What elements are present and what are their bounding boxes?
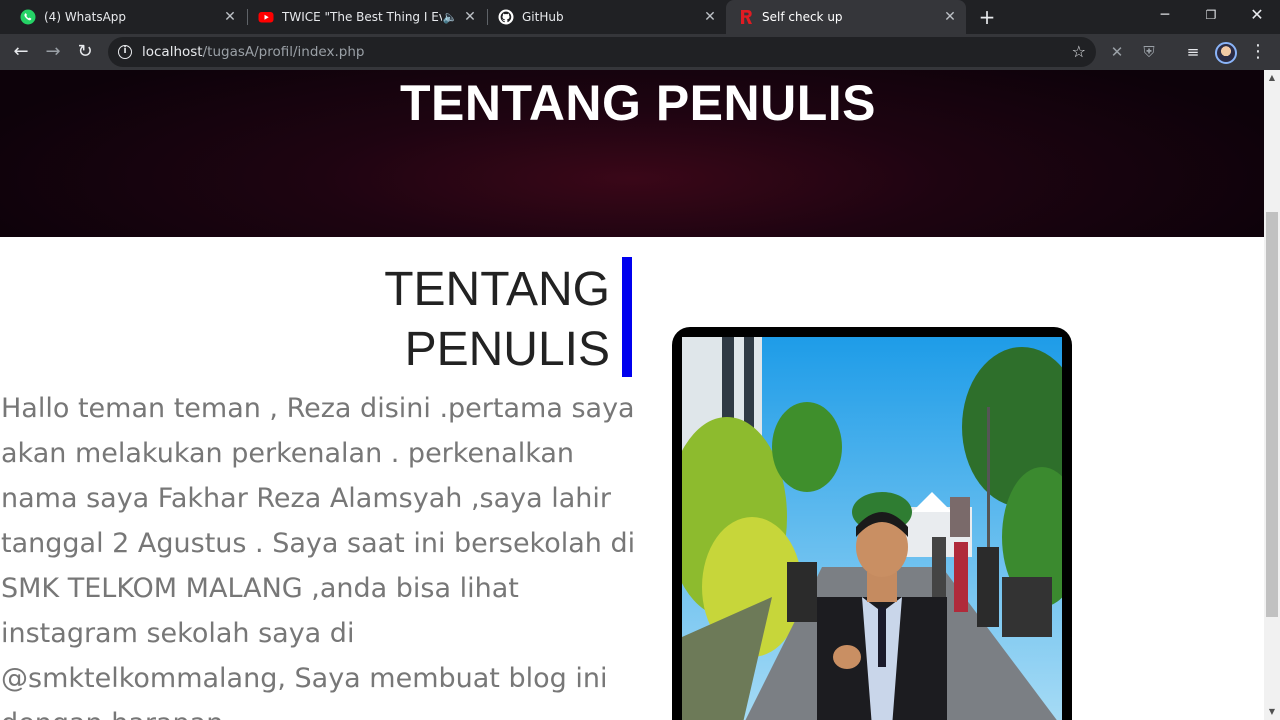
tab-whatsapp[interactable]: (4) WhatsApp ✕: [0, 0, 246, 34]
section-title-line1: TENTANG: [384, 263, 610, 316]
close-tab-icon[interactable]: ✕: [462, 9, 478, 25]
tab-youtube[interactable]: TWICE "The Best Thing I Ever 🔈 ✕: [238, 0, 486, 34]
tab-self-check-up[interactable]: Self check up ✕: [726, 0, 966, 34]
page-scrollbar[interactable]: ▲ ▼: [1264, 70, 1280, 720]
forward-icon[interactable]: →: [40, 39, 66, 65]
hero-banner: TENTANG PENULIS: [0, 70, 1264, 237]
close-window-icon[interactable]: ✕: [1234, 0, 1280, 30]
url-text[interactable]: localhost/tugasA/profil/index.php: [142, 44, 364, 60]
profile-photo: [682, 337, 1062, 720]
restore-icon[interactable]: ❐: [1188, 0, 1234, 30]
hero-title: TENTANG PENULIS: [399, 75, 877, 131]
scroll-down-icon[interactable]: ▼: [1264, 704, 1280, 720]
speaker-icon[interactable]: 🔈: [442, 9, 458, 25]
github-icon: [498, 9, 514, 25]
new-tab-icon[interactable]: +: [976, 6, 998, 28]
tab-title: GitHub: [522, 10, 564, 24]
media-control-icon[interactable]: ≡: [1182, 41, 1204, 63]
close-tab-icon[interactable]: ✕: [222, 9, 238, 25]
close-tab-icon[interactable]: ✕: [942, 9, 958, 25]
minimize-icon[interactable]: ─: [1142, 0, 1188, 30]
section-title: TENTANG PENULIS: [300, 260, 610, 380]
profile-avatar[interactable]: [1215, 42, 1237, 64]
tab-github[interactable]: GitHub ✕: [478, 0, 726, 34]
extension-x-icon[interactable]: ✕: [1106, 41, 1128, 63]
back-icon[interactable]: ←: [8, 39, 34, 65]
browser-toolbar: ← → ↻ i localhost/tugasA/profil/index.ph…: [0, 34, 1280, 70]
youtube-icon: [258, 12, 274, 23]
page-viewport: TENTANG PENULIS TENTANG PENULIS Hallo te…: [0, 70, 1264, 720]
whatsapp-icon: [20, 9, 36, 25]
reload-icon[interactable]: ↻: [72, 39, 98, 65]
close-tab-icon[interactable]: ✕: [702, 9, 718, 25]
scroll-up-icon[interactable]: ▲: [1264, 70, 1280, 86]
address-bar[interactable]: i localhost/tugasA/profil/index.php ☆: [108, 37, 1096, 67]
r-logo-icon: [741, 10, 752, 24]
info-icon[interactable]: i: [118, 45, 132, 59]
extension-shield-icon[interactable]: ⛨: [1138, 41, 1160, 63]
bio-paragraph: Hallo teman teman , Reza disini .pertama…: [1, 393, 636, 720]
section-title-line2: PENULIS: [404, 323, 610, 376]
menu-kebab-icon[interactable]: ⋮: [1247, 41, 1269, 63]
tab-title: Self check up: [762, 10, 843, 24]
accent-bar: [622, 257, 632, 377]
tab-title: TWICE "The Best Thing I Ever: [282, 10, 442, 24]
bookmark-star-icon[interactable]: ☆: [1072, 42, 1086, 61]
scroll-thumb[interactable]: [1266, 212, 1278, 617]
tab-strip: (4) WhatsApp ✕ TWICE "The Best Thing I E…: [0, 0, 1280, 34]
tab-title: (4) WhatsApp: [44, 10, 127, 24]
